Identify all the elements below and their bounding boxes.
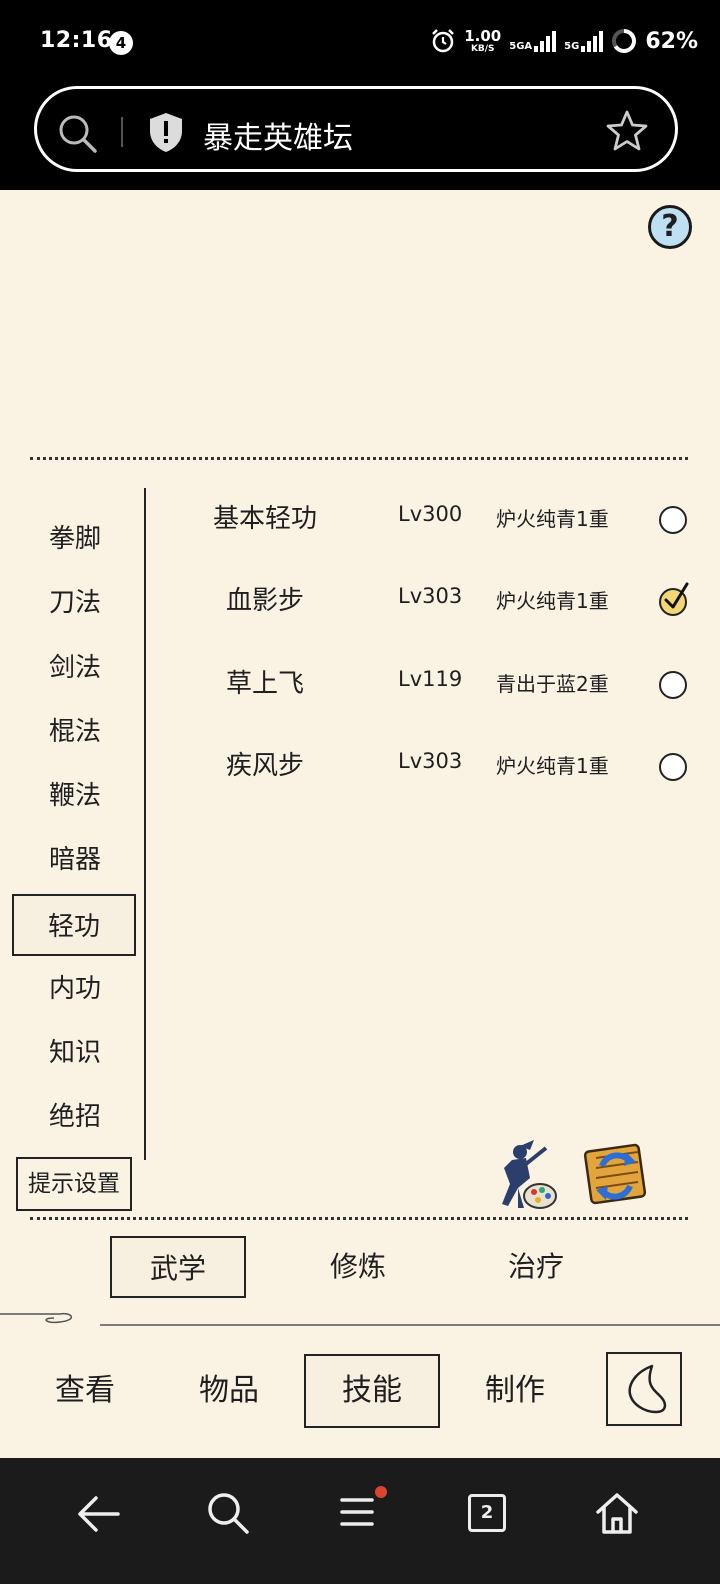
category-tab-quanjiao[interactable]: 拳脚 [20, 515, 130, 563]
search-icon[interactable] [57, 113, 99, 155]
status-time: 12:16 [40, 28, 113, 53]
hint-settings-button[interactable]: 提示设置 [16, 1157, 132, 1211]
skill-name: 草上飞 [225, 669, 304, 699]
category-tab-qinggong[interactable]: 轻功 [12, 894, 136, 956]
skill-select-radio[interactable] [659, 506, 687, 534]
curl-arrow-icon [628, 1364, 667, 1414]
skill-level: Lv119 [398, 667, 463, 691]
category-tab-zhishi[interactable]: 知识 [20, 1029, 130, 1077]
subtab-zhiliao[interactable]: 治疗 [474, 1236, 598, 1298]
category-tab-daofa[interactable]: 刀法 [20, 579, 130, 627]
category-tab-neigong[interactable]: 内功 [20, 965, 130, 1013]
page-title: 暴走英雄坛 [203, 121, 353, 156]
brush-divider [0, 1312, 720, 1326]
skill-rank: 炉火纯青1重 [496, 589, 609, 613]
menu-icon[interactable] [336, 1486, 392, 1536]
category-tab-anqi[interactable]: 暗器 [20, 836, 130, 884]
net-speed: 1.00 KB/S [464, 26, 502, 54]
skill-rank: 炉火纯青1重 [496, 754, 609, 778]
category-divider [144, 488, 146, 1160]
address-bar-separator [121, 117, 123, 147]
skill-select-radio[interactable] [659, 753, 687, 781]
tabs-count-button[interactable]: 2 [468, 1494, 506, 1532]
checkmark-icon [664, 582, 689, 609]
notification-count-badge: 4 [109, 31, 133, 55]
browser-nav-bar: 2 [0, 1458, 720, 1584]
skill-level: Lv303 [398, 749, 463, 773]
home-icon[interactable] [594, 1490, 640, 1536]
browser-toolbar: 暴走英雄坛 [0, 86, 720, 190]
help-button[interactable]: ? [648, 205, 692, 249]
main-tab-jineng[interactable]: 技能 [304, 1354, 440, 1428]
category-tab-juezhao[interactable]: 绝招 [20, 1093, 130, 1141]
main-tab-wupin[interactable]: 物品 [164, 1356, 294, 1426]
subtab-wuxue[interactable]: 武学 [110, 1236, 246, 1298]
skill-select-radio[interactable] [659, 671, 687, 699]
martial-artist-icon[interactable] [490, 1138, 562, 1214]
main-tab-zhizuo[interactable]: 制作 [450, 1356, 580, 1426]
battery-ring-icon [612, 29, 637, 53]
alarm-icon [432, 29, 455, 53]
skill-name: 基本轻功 [212, 504, 317, 534]
category-tab-gunfa[interactable]: 棍法 [20, 708, 130, 756]
tabs-count: 2 [480, 1502, 494, 1523]
skill-name: 血影步 [225, 586, 304, 616]
category-tab-bianfa[interactable]: 鞭法 [20, 772, 130, 820]
search-icon[interactable] [205, 1490, 251, 1536]
middle-divider [30, 1217, 688, 1220]
skill-level: Lv303 [398, 584, 463, 608]
main-tab-chakan[interactable]: 查看 [20, 1356, 150, 1426]
skill-rank: 炉火纯青1重 [496, 507, 609, 531]
address-bar[interactable]: 暴走英雄坛 [34, 86, 678, 172]
status-bar: 12:16 4 1.00 KB/S 5GA 5G 62% [0, 0, 720, 86]
top-divider [30, 457, 688, 460]
scroll-refresh-icon[interactable] [580, 1138, 652, 1210]
status-right-group: 1.00 KB/S 5GA 5G 62% [430, 28, 698, 54]
skill-select-radio[interactable] [659, 582, 689, 616]
skill-level: Lv300 [398, 502, 463, 526]
star-bookmark-icon[interactable] [605, 109, 649, 153]
skill-rank: 青出于蓝2重 [496, 672, 609, 696]
shield-icon[interactable] [147, 111, 185, 153]
sim1-signal-icon: 5GA [509, 30, 557, 52]
sim2-signal-icon: 5G [564, 30, 604, 52]
battery-percent: 62% [645, 28, 698, 54]
category-tab-jianfa[interactable]: 剑法 [20, 644, 130, 692]
back-curl-button[interactable] [606, 1352, 682, 1426]
back-arrow-icon[interactable] [74, 1492, 122, 1536]
subtab-xiulian[interactable]: 修炼 [296, 1236, 420, 1298]
skill-name: 疾风步 [225, 751, 304, 781]
